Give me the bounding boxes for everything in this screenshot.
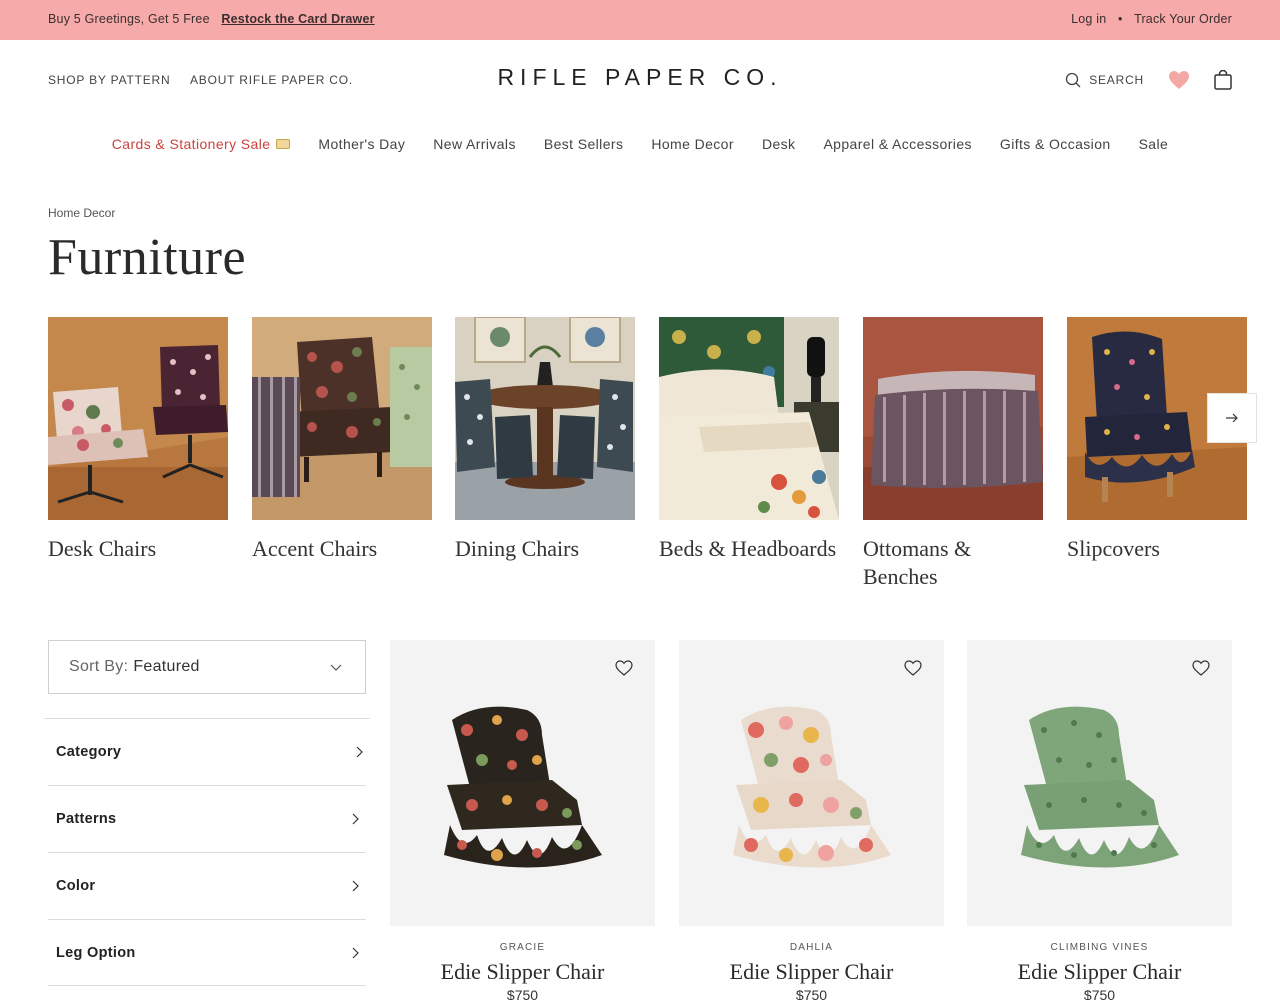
nav-item-best-sellers[interactable]: Best Sellers	[544, 136, 624, 152]
filter-label: Patterns	[56, 811, 117, 827]
header-actions: SEARCH	[1065, 70, 1232, 90]
breadcrumb[interactable]: Home Decor	[48, 206, 115, 220]
promo-message: Buy 5 Greetings, Get 5 Free	[48, 12, 210, 26]
heart-outline-icon[interactable]	[1192, 660, 1210, 676]
chevron-right-icon	[352, 813, 359, 825]
category-tile-accent-chairs[interactable]: Accent Chairs	[252, 317, 432, 563]
nav-item-label: Cards & Stationery Sale	[111, 136, 271, 152]
product-pattern: GRACIE	[499, 942, 546, 953]
product-price: $750	[795, 987, 828, 1000]
track-order-link[interactable]: Track Your Order	[1134, 12, 1232, 26]
promo-bar: Buy 5 Greetings, Get 5 Free Restock the …	[0, 0, 1280, 40]
wishlist-button[interactable]	[1168, 70, 1190, 90]
login-link[interactable]: Log in	[1071, 12, 1106, 26]
product-card[interactable]: DAHLIA Edie Slipper Chair $750	[679, 640, 944, 1000]
category-label: Slipcovers	[1067, 536, 1160, 561]
filter-label: Color	[56, 878, 96, 894]
filter-patterns[interactable]: Patterns	[48, 785, 366, 852]
arrow-right-icon	[1226, 413, 1238, 423]
category-tile-dining-chairs[interactable]: Dining Chairs	[455, 317, 635, 563]
heart-outline-icon[interactable]	[904, 660, 922, 676]
category-label: Desk Chairs	[48, 536, 157, 561]
filter-label: Category	[56, 744, 122, 760]
category-tile-beds-headboards[interactable]: Beds & Headboards	[659, 317, 839, 563]
product-price: $750	[506, 987, 539, 1000]
nav-item-desk[interactable]: Desk	[762, 136, 796, 152]
nav-item-mothers-day[interactable]: Mother's Day	[318, 136, 405, 152]
promo-link[interactable]: Restock the Card Drawer	[221, 12, 374, 26]
page-title: Furniture	[48, 229, 247, 286]
category-label: Ottomans & Benches	[863, 536, 972, 589]
product-image	[967, 640, 1232, 926]
category-label: Accent Chairs	[252, 536, 378, 561]
chevron-right-icon	[352, 947, 359, 958]
product-name[interactable]: Edie Slipper Chair	[390, 959, 655, 985]
nav-item-home-decor[interactable]: Home Decor	[651, 136, 734, 152]
product-name[interactable]: Edie Slipper Chair	[967, 959, 1232, 985]
filter-category[interactable]: Category	[44, 718, 370, 785]
sort-label: Sort By:	[69, 658, 129, 675]
filter-color[interactable]: Color	[48, 852, 366, 919]
chevron-right-icon	[352, 880, 359, 892]
nav-item-apparel[interactable]: Apparel & Accessories	[823, 136, 971, 152]
product-image	[390, 640, 655, 926]
cart-button[interactable]	[1214, 70, 1232, 90]
category-tile-ottomans-benches[interactable]: Ottomans & Benches	[863, 317, 1043, 591]
nav-item-new-arrivals[interactable]: New Arrivals	[433, 136, 516, 152]
bag-icon	[1214, 70, 1232, 90]
sort-dropdown[interactable]: Sort By: Featured	[48, 640, 366, 694]
filter-label: Leg Option	[56, 944, 136, 961]
nav-item-cards-sale[interactable]: Cards & Stationery Sale	[112, 136, 291, 152]
search-label: SEARCH	[1089, 73, 1144, 87]
search-icon	[1066, 72, 1081, 88]
category-image	[252, 317, 432, 520]
product-pattern: CLIMBING VINES	[1050, 942, 1149, 953]
category-tile-desk-chairs[interactable]: Desk Chairs	[48, 317, 228, 563]
filter-list: Category Patterns Color Leg Option	[44, 718, 370, 986]
account-links: Log in • Track Your Order	[1071, 12, 1232, 26]
category-image	[863, 317, 1043, 520]
product-pattern: DAHLIA	[789, 942, 834, 953]
ticket-icon	[276, 139, 291, 150]
promo-message-group: Buy 5 Greetings, Get 5 Free Restock the …	[48, 12, 375, 26]
nav-item-sale[interactable]: Sale	[1139, 136, 1169, 152]
carousel-next-button[interactable]	[1207, 393, 1257, 443]
filter-leg-option[interactable]: Leg Option	[48, 919, 366, 986]
search-button[interactable]: SEARCH	[1065, 72, 1144, 88]
separator-dot: •	[1118, 12, 1123, 26]
category-carousel: Desk Chairs Accent Chairs Dining Chairs …	[48, 317, 1280, 597]
product-name[interactable]: Edie Slipper Chair	[679, 959, 944, 985]
product-card[interactable]: CLIMBING VINES Edie Slipper Chair $750	[967, 640, 1232, 1000]
heart-outline-icon[interactable]	[615, 660, 633, 676]
main-nav: Cards & Stationery Sale Mother's Day New…	[0, 136, 1280, 152]
heart-icon	[1169, 71, 1189, 89]
nav-item-gifts[interactable]: Gifts & Occasion	[1000, 136, 1111, 152]
category-label: Beds & Headboards	[659, 536, 837, 561]
product-price: $750	[1083, 987, 1116, 1000]
category-label: Dining Chairs	[455, 536, 580, 561]
chevron-right-icon	[356, 746, 363, 758]
category-image	[48, 317, 228, 520]
sort-value: Featured	[133, 658, 200, 675]
chevron-down-icon	[330, 664, 342, 671]
product-card[interactable]: GRACIE Edie Slipper Chair $750	[390, 640, 655, 1000]
category-image	[455, 317, 635, 520]
category-image	[659, 317, 839, 520]
product-image	[679, 640, 944, 926]
